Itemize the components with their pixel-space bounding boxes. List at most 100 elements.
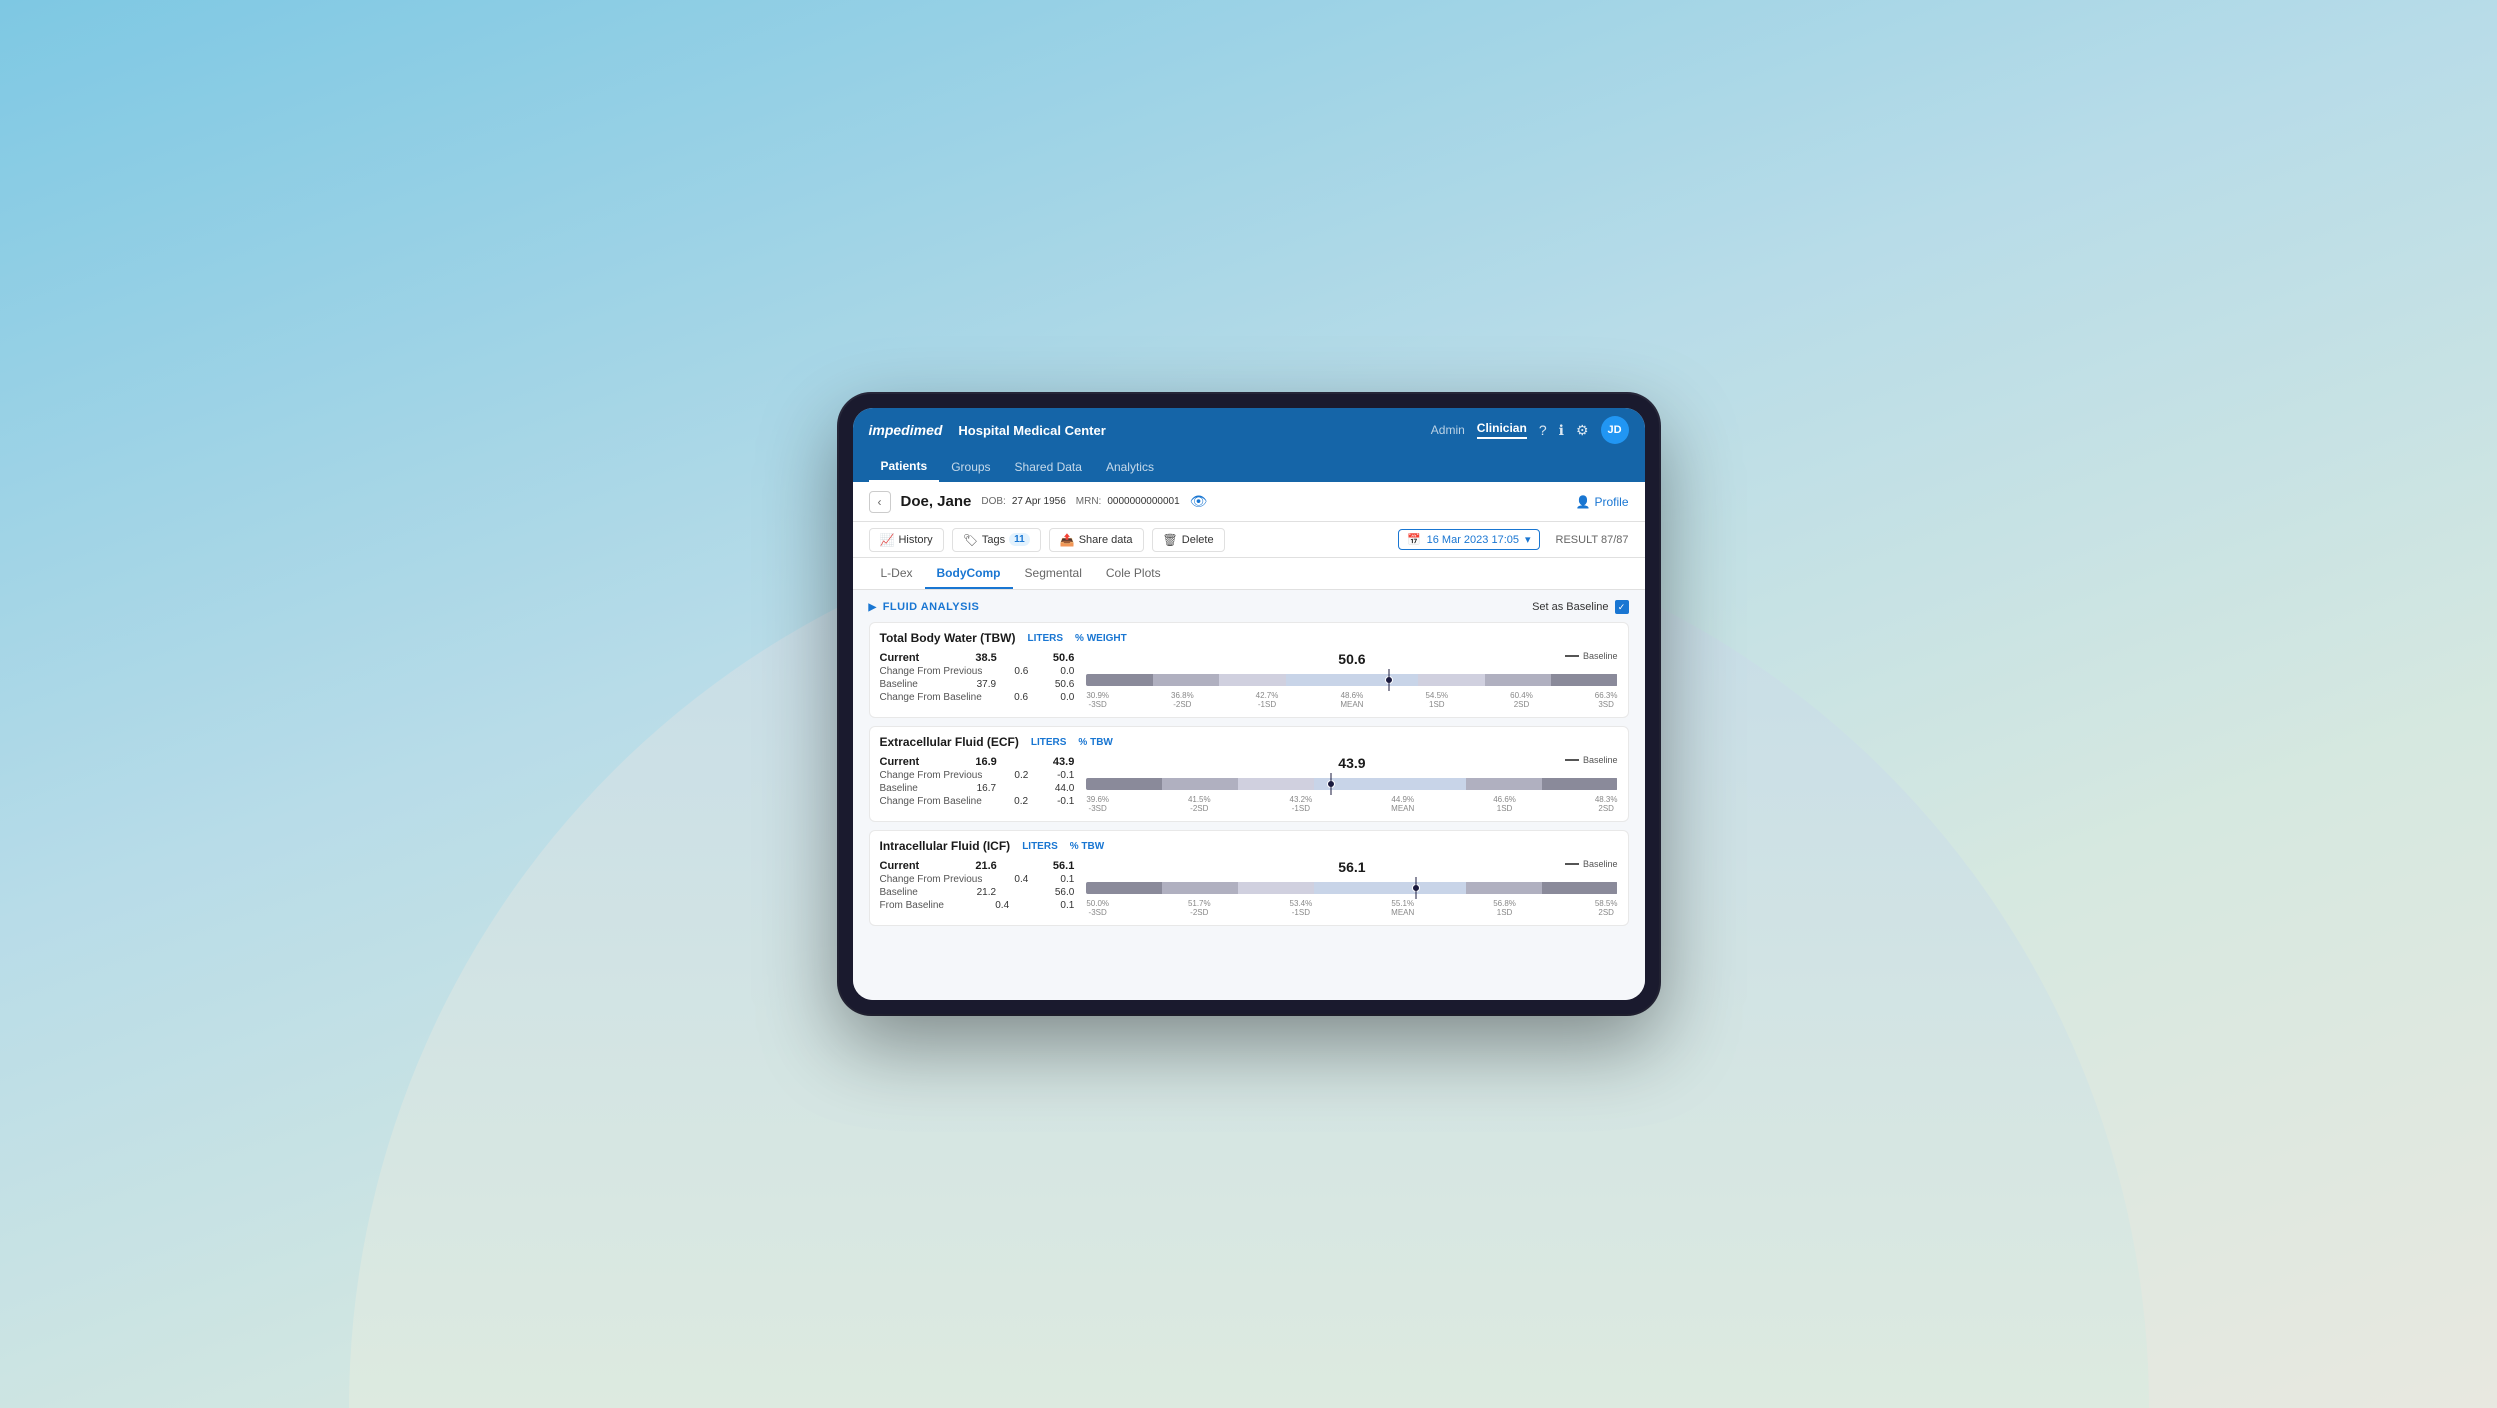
- tbw-unit1: LITERS: [1027, 633, 1063, 644]
- ecf-chart: Baseline 43.9: [1086, 755, 1617, 813]
- ecf-dot-line: [1330, 773, 1331, 795]
- ecf-current-row: Current 16.9 43.9: [880, 755, 1075, 769]
- tab-analytics[interactable]: Analytics: [1094, 452, 1166, 482]
- fluid-analysis-header: ▶ FLUID ANALYSIS Set as Baseline ✓: [869, 600, 1629, 614]
- icf-body: Current 21.6 56.1 Change From Previous 0…: [880, 859, 1618, 917]
- tbw-seg-3: [1219, 674, 1285, 686]
- icf-unit1: LITERS: [1022, 841, 1058, 852]
- icf-current-row: Current 21.6 56.1: [880, 859, 1075, 873]
- icf-range-bar: [1086, 879, 1617, 897]
- chevron-right-icon: ▶: [869, 602, 877, 613]
- clinician-role[interactable]: Clinician: [1477, 421, 1527, 439]
- ecf-dot-marker: [1327, 780, 1335, 788]
- ecf-seg-6: [1542, 778, 1618, 790]
- icf-seg-2: [1162, 882, 1238, 894]
- help-icon[interactable]: ?: [1539, 422, 1547, 438]
- share-data-button[interactable]: 📤 Share data: [1049, 528, 1144, 552]
- tags-icon: 🏷: [963, 533, 978, 547]
- delete-button[interactable]: 🗑 Delete: [1152, 528, 1225, 552]
- set-baseline-control[interactable]: Set as Baseline ✓: [1532, 600, 1628, 614]
- sub-tabs: L-Dex BodyComp Segmental Cole Plots: [853, 558, 1645, 590]
- share-icon: 📤: [1060, 533, 1075, 547]
- ecf-seg-4: [1314, 778, 1466, 790]
- history-button[interactable]: 📈 History: [869, 528, 944, 552]
- tbw-dot-marker: [1385, 676, 1393, 684]
- ecf-seg-1: [1086, 778, 1162, 790]
- tbw-baseline-row: Baseline 37.9 50.6: [880, 678, 1075, 691]
- tab-segmental[interactable]: Segmental: [1013, 558, 1094, 589]
- patient-name: Doe, Jane: [901, 493, 972, 510]
- tbw-title: Total Body Water (TBW): [880, 631, 1016, 645]
- ecf-bar-segments: [1086, 778, 1617, 790]
- settings-icon[interactable]: ⚙: [1576, 422, 1589, 439]
- info-icon[interactable]: ℹ: [1559, 422, 1564, 439]
- user-avatar[interactable]: JD: [1601, 416, 1629, 444]
- ecf-baseline-row: Baseline 16.7 44.0: [880, 782, 1075, 795]
- icf-data-table: Current 21.6 56.1 Change From Previous 0…: [880, 859, 1075, 917]
- tablet-screen: impedimed Hospital Medical Center Admin …: [853, 408, 1645, 1000]
- action-bar: 📈 History 🏷 Tags 11 📤 Share data 🗑 Delet…: [853, 522, 1645, 558]
- ecf-unit1: LITERS: [1031, 737, 1067, 748]
- icf-seg-5: [1466, 882, 1542, 894]
- patient-dob: 27 Apr 1956: [1012, 496, 1066, 507]
- tbw-title-row: Total Body Water (TBW) LITERS % WEIGHT: [880, 631, 1618, 645]
- ecf-change-prev-row: Change From Previous 0.2 -0.1: [880, 769, 1075, 782]
- icf-seg-1: [1086, 882, 1162, 894]
- history-icon: 📈: [880, 533, 895, 547]
- visibility-icon[interactable]: 👁: [1190, 493, 1208, 510]
- tbw-data-table: Current 38.5 50.6 Change From Previous 0…: [880, 651, 1075, 709]
- tags-count: 11: [1009, 533, 1030, 546]
- icf-baseline-line-icon: [1565, 863, 1579, 865]
- result-info: RESULT 87/87: [1556, 534, 1629, 546]
- ecf-seg-5: [1466, 778, 1542, 790]
- tbw-seg-7: [1551, 674, 1617, 686]
- ecf-range-labels: 39.6%-3SD 41.5%-2SD 43.2%-1SD 44.9%MEAN …: [1086, 795, 1617, 813]
- hospital-name: Hospital Medical Center: [958, 423, 1430, 438]
- icf-chart-value: 56.1: [1086, 859, 1617, 875]
- tbw-change-prev-row: Change From Previous 0.6 0.0: [880, 665, 1075, 678]
- tags-button[interactable]: 🏷 Tags 11: [952, 528, 1041, 552]
- ecf-chart-value: 43.9: [1086, 755, 1617, 771]
- section-title: ▶ FLUID ANALYSIS: [869, 601, 980, 613]
- ecf-baseline-line-icon: [1565, 759, 1579, 761]
- ecf-range-bar: [1086, 775, 1617, 793]
- icf-bar-segments: [1086, 882, 1617, 894]
- icf-change-prev-row: Change From Previous 0.4 0.1: [880, 873, 1075, 886]
- ecf-title-row: Extracellular Fluid (ECF) LITERS % TBW: [880, 735, 1618, 749]
- mrn-label: MRN:: [1076, 496, 1102, 507]
- back-button[interactable]: ‹: [869, 491, 891, 513]
- profile-button[interactable]: 👤 Profile: [1576, 495, 1629, 509]
- icf-change-base-row: From Baseline 0.4 0.1: [880, 899, 1075, 912]
- brand-logo: impedimed: [869, 422, 943, 438]
- main-nav-tabs: Patients Groups Shared Data Analytics: [853, 452, 1645, 482]
- icf-chart: Baseline 56.1: [1086, 859, 1617, 917]
- baseline-line-icon: [1565, 655, 1579, 657]
- tab-cole-plots[interactable]: Cole Plots: [1094, 558, 1173, 589]
- tab-shared-data[interactable]: Shared Data: [1003, 452, 1094, 482]
- icf-range-labels: 50.0%-3SD 51.7%-2SD 53.4%-1SD 55.1%MEAN …: [1086, 899, 1617, 917]
- chevron-down-icon: ▾: [1525, 533, 1531, 546]
- ecf-unit2: % TBW: [1078, 737, 1112, 748]
- tbw-card: Total Body Water (TBW) LITERS % WEIGHT C…: [869, 622, 1629, 718]
- tab-ldex[interactable]: L-Dex: [869, 558, 925, 589]
- baseline-checkbox[interactable]: ✓: [1615, 600, 1629, 614]
- tab-patients[interactable]: Patients: [869, 452, 940, 482]
- tbw-chart-value: 50.6: [1086, 651, 1617, 667]
- tbw-seg-4: [1286, 674, 1419, 686]
- icf-seg-4: [1314, 882, 1466, 894]
- tab-groups[interactable]: Groups: [939, 452, 1002, 482]
- ecf-seg-2: [1162, 778, 1238, 790]
- icf-title-row: Intracellular Fluid (ICF) LITERS % TBW: [880, 839, 1618, 853]
- icf-baseline-legend: Baseline: [1565, 859, 1618, 869]
- nav-right: Admin Clinician ? ℹ ⚙ JD: [1431, 416, 1629, 444]
- tab-bodycomp[interactable]: BodyComp: [925, 558, 1013, 589]
- ecf-baseline-legend: Baseline: [1565, 755, 1618, 765]
- ecf-card: Extracellular Fluid (ECF) LITERS % TBW C…: [869, 726, 1629, 822]
- ecf-title: Extracellular Fluid (ECF): [880, 735, 1019, 749]
- ecf-seg-3: [1238, 778, 1314, 790]
- tbw-unit2: % WEIGHT: [1075, 633, 1127, 644]
- icf-card: Intracellular Fluid (ICF) LITERS % TBW C…: [869, 830, 1629, 926]
- admin-role[interactable]: Admin: [1431, 423, 1465, 437]
- ecf-change-base-row: Change From Baseline 0.2 -0.1: [880, 795, 1075, 808]
- date-selector[interactable]: 📅 16 Mar 2023 17:05 ▾: [1398, 529, 1540, 550]
